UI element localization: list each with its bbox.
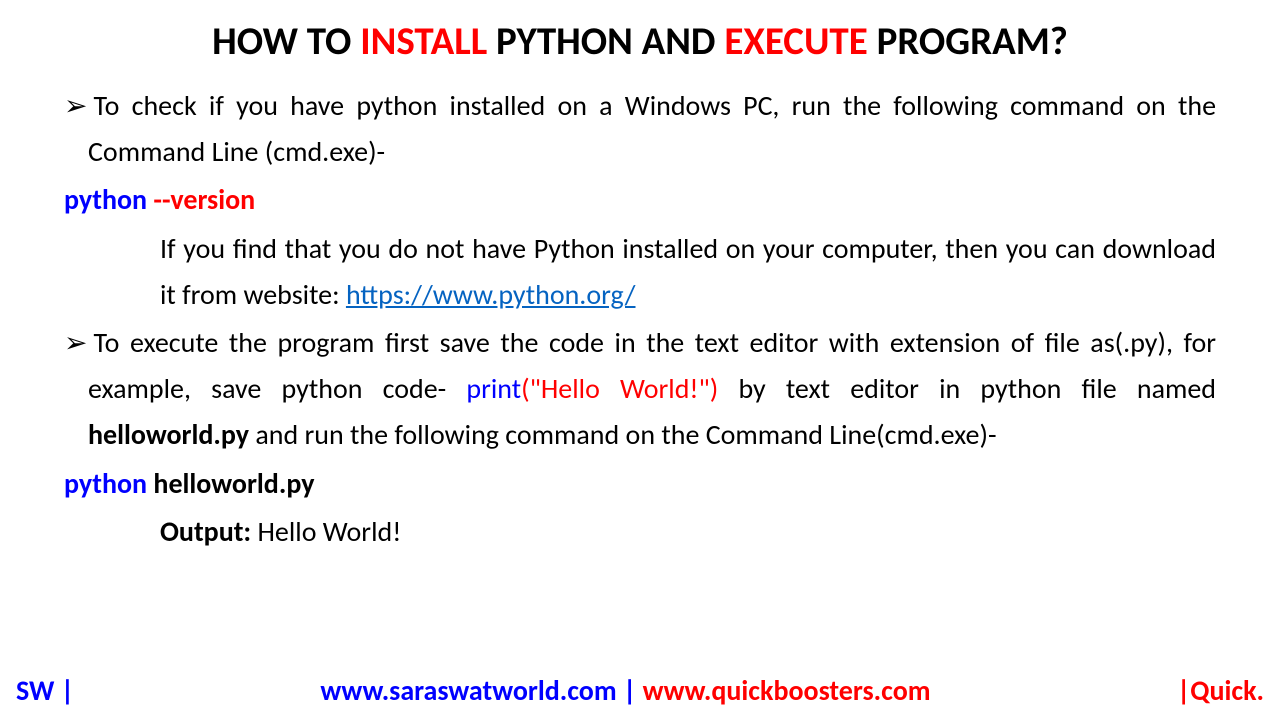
print-keyword: print <box>466 371 521 406</box>
bullet-item-2: ➢To execute the program first save the c… <box>64 320 1216 459</box>
subtext1-part1: If you find that you do not have Python … <box>160 231 1216 312</box>
helloworld-filename: helloworld.py <box>88 417 249 452</box>
footer-url-1: www.saraswatworld.com <box>320 673 616 708</box>
output-label: Output: <box>160 514 257 549</box>
title-part3: PROGRAM? <box>868 18 1068 65</box>
output-value: Hello World! <box>257 514 401 549</box>
title-red2: EXECUTE <box>724 18 867 65</box>
print-args: ("Hello World!") <box>521 371 718 406</box>
page-title: HOW TO INSTALL PYTHON AND EXECUTE PROGRA… <box>0 0 1280 65</box>
cmd2-filename: helloworld.py <box>147 466 314 501</box>
python-org-link[interactable]: https://www.python.org/ <box>346 277 636 312</box>
footer-url-2: www.quickboosters.com <box>643 673 931 708</box>
footer-left: SW | <box>16 673 74 708</box>
cmd1-version: --version <box>153 182 255 217</box>
footer-center: www.saraswatworld.com | www.quickbooster… <box>74 673 1177 708</box>
content-body: ➢To check if you have python installed o… <box>0 65 1280 555</box>
command-line-2: python helloworld.py <box>64 461 1216 507</box>
bullet-marker-icon: ➢ <box>64 83 87 129</box>
bullet2-part2: by text editor in python file named <box>718 371 1216 406</box>
footer-right: |Quick. <box>1177 673 1264 708</box>
cmd1-python: python <box>64 182 153 217</box>
output-line: Output: Hello World! <box>64 509 1216 555</box>
cmd2-python: python <box>64 466 147 501</box>
title-part1: HOW TO <box>212 18 360 65</box>
command-line-1: python --version <box>64 177 1216 223</box>
footer: SW | www.saraswatworld.com | www.quickbo… <box>0 673 1280 708</box>
footer-sep: | <box>617 673 643 708</box>
title-red1: INSTALL <box>360 18 487 65</box>
bullet-item-1: ➢To check if you have python installed o… <box>64 83 1216 175</box>
title-part2: PYTHON AND <box>487 18 724 65</box>
bullet-marker-icon: ➢ <box>64 320 87 366</box>
bullet1-text: To check if you have python installed on… <box>88 88 1216 169</box>
subtext-download: If you find that you do not have Python … <box>64 226 1216 318</box>
bullet2-part3: and run the following command on the Com… <box>249 417 996 452</box>
